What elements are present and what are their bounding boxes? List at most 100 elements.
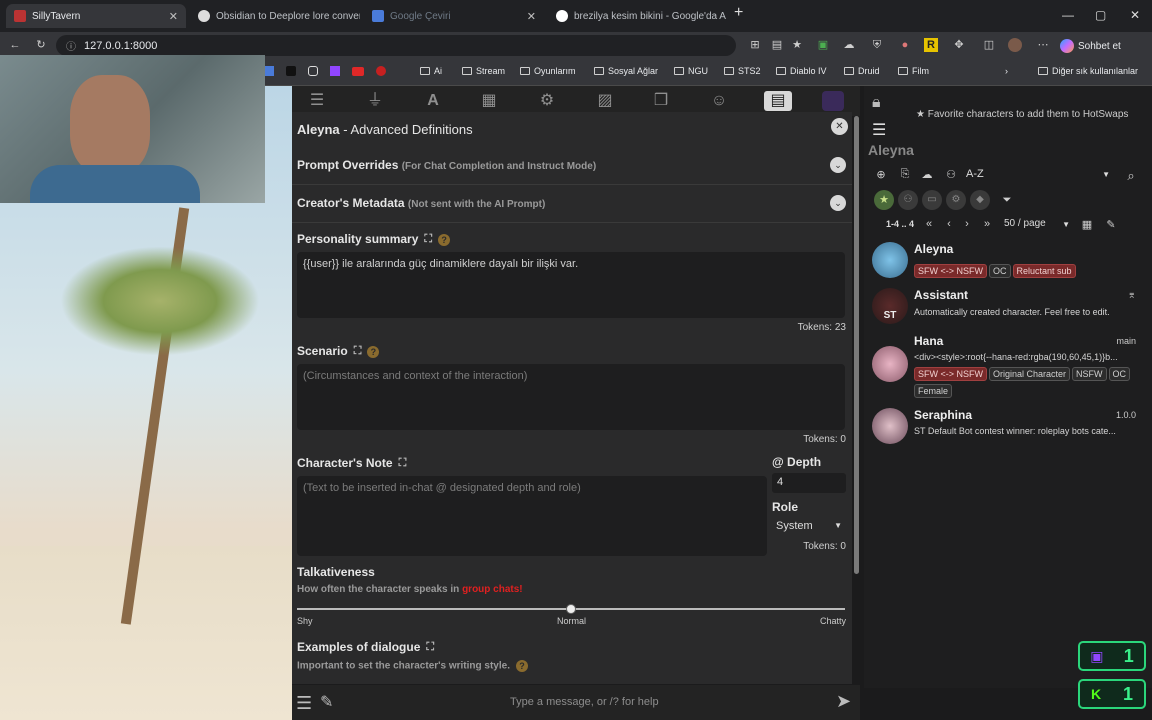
copilot-chat-button[interactable]: Sohbet et: [1060, 37, 1121, 55]
cloud-download-icon[interactable]: ☁: [920, 168, 934, 181]
sliders-icon[interactable]: ☰: [306, 91, 328, 111]
character-note-textarea[interactable]: (Text to be inserted in-chat @ designate…: [297, 476, 767, 556]
expand-icon[interactable]: ⛶: [426, 641, 434, 654]
bookmark-folder-oyunlarim[interactable]: Oyunlarım: [520, 66, 576, 76]
help-icon[interactable]: ?: [438, 233, 451, 246]
tag[interactable]: SFW <-> NSFW: [914, 367, 987, 381]
bookmark-folder-sosyal[interactable]: Sosyal Ağlar: [594, 66, 658, 76]
magic-wand-icon[interactable]: ✎: [320, 692, 333, 712]
scrollbar[interactable]: [854, 116, 859, 574]
apps-icon[interactable]: ⊞: [748, 38, 762, 52]
book-atlas-icon[interactable]: ▦: [478, 91, 500, 111]
tab-obsidian[interactable]: Obsidian to Deeplore lore convers ✕: [190, 4, 360, 28]
import-file-icon[interactable]: ⎘: [898, 168, 912, 181]
bookmark-folder-diablo[interactable]: Diablo IV: [776, 66, 827, 76]
character-item-aleyna[interactable]: Aleyna SFW <-> NSFW OC Reluctant sub: [872, 240, 1144, 284]
sidebar-icon[interactable]: ◫: [982, 38, 996, 52]
bookmark-folder-druid[interactable]: Druid: [844, 66, 880, 76]
minimize-icon[interactable]: —: [1062, 8, 1074, 22]
bookmark-folder-stream[interactable]: Stream: [462, 66, 505, 76]
close-icon[interactable]: ✕: [527, 10, 536, 23]
url-field[interactable]: ⓘ 127.0.0.1:8000: [56, 35, 736, 56]
tag[interactable]: Original Character: [989, 367, 1071, 381]
bookmark-folder-ai[interactable]: Ai: [420, 66, 442, 76]
favorites-filter-icon[interactable]: ★: [874, 190, 894, 210]
role-select[interactable]: System ▼: [772, 518, 846, 536]
extension-icon[interactable]: ●: [898, 38, 912, 52]
next-page-icon[interactable]: ›: [960, 218, 974, 230]
character-item-assistant[interactable]: ST Assistant ⌆ Automatically created cha…: [872, 286, 1144, 330]
cubes-icon[interactable]: ❒: [650, 91, 672, 111]
more-icon[interactable]: ⋯: [1036, 38, 1050, 52]
group-chats-link[interactable]: group chats!: [462, 584, 523, 595]
tag[interactable]: NSFW: [1072, 367, 1107, 381]
groups-filter-icon[interactable]: ⚇: [898, 190, 918, 210]
create-group-icon[interactable]: ⚇: [944, 168, 958, 181]
character-item-seraphina[interactable]: Seraphina 1.0.0 ST Default Bot contest w…: [872, 406, 1144, 450]
grid-view-icon[interactable]: ▦: [1080, 218, 1094, 231]
pin-icon[interactable]: ⌆: [1128, 290, 1136, 301]
gear-filter-icon[interactable]: ⚙: [946, 190, 966, 210]
bookmark-folder-film[interactable]: Film: [898, 66, 929, 76]
bulk-edit-icon[interactable]: ✎: [1104, 218, 1118, 231]
chevron-right-icon[interactable]: ›: [1005, 66, 1008, 76]
send-icon[interactable]: ➤: [836, 691, 851, 712]
tab-sillytavern[interactable]: SillyTavern ✕: [6, 4, 186, 28]
tab-google-translate[interactable]: Google Çeviri ✕: [364, 4, 544, 28]
close-icon[interactable]: ✕: [169, 10, 178, 23]
font-icon[interactable]: A: [422, 91, 444, 111]
creator-metadata-header[interactable]: Creator's Metadata (Not sent with the AI…: [297, 196, 545, 210]
new-tab-icon[interactable]: +: [734, 4, 743, 22]
message-input[interactable]: Type a message, or /? for help: [510, 696, 659, 708]
per-page-select[interactable]: 50 / page ▼: [1000, 217, 1072, 233]
tag[interactable]: Reluctant sub: [1012, 264, 1076, 278]
close-panel-button[interactable]: ✕: [831, 118, 848, 135]
personality-textarea[interactable]: {{user}} ile aralarında güç dinamiklere …: [297, 252, 845, 318]
prev-page-icon[interactable]: ‹: [942, 218, 956, 230]
last-page-icon[interactable]: »: [980, 218, 994, 230]
maximize-icon[interactable]: ▢: [1095, 8, 1106, 22]
character-item-hana[interactable]: Hana main <div><style>:root{--hana-red:r…: [872, 332, 1144, 400]
prompt-overrides-header[interactable]: Prompt Overrides (For Chat Completion an…: [297, 158, 596, 172]
star-icon[interactable]: ★: [790, 38, 804, 52]
site-info-icon[interactable]: ⓘ: [66, 38, 76, 53]
lock-icon[interactable]: 🔒︎: [872, 94, 881, 112]
slider-thumb[interactable]: [566, 604, 576, 614]
bookmark-folder-other[interactable]: Diğer sık kullanılanlar: [1038, 66, 1138, 76]
back-icon[interactable]: ←: [8, 38, 22, 52]
help-icon[interactable]: ?: [515, 660, 528, 672]
expand-icon[interactable]: ⛶: [354, 345, 362, 358]
add-character-icon[interactable]: ⊕: [874, 168, 888, 181]
user-gear-icon[interactable]: ⚙: [536, 91, 558, 111]
puzzle-icon[interactable]: ✥: [952, 38, 966, 52]
clear-filter-icon[interactable]: ⏷: [1000, 194, 1014, 207]
face-smile-icon[interactable]: ☺: [708, 91, 730, 111]
tag[interactable]: SFW <-> NSFW: [914, 264, 987, 278]
options-menu-icon[interactable]: ☰: [296, 693, 312, 714]
scenario-textarea[interactable]: (Circumstances and context of the intera…: [297, 364, 845, 430]
tab-google-search[interactable]: brezilya kesim bikini - Google'da A ✕: [548, 4, 728, 28]
bookmark-folder-ngu[interactable]: NGU: [674, 66, 708, 76]
help-icon[interactable]: ?: [367, 345, 380, 358]
reload-icon[interactable]: ↻: [34, 38, 48, 52]
search-icon[interactable]: ⌕: [1124, 168, 1138, 184]
extension-r-icon[interactable]: R: [924, 38, 938, 52]
address-card-icon[interactable]: ▤: [764, 91, 792, 111]
folder-filter-icon[interactable]: ▭: [922, 190, 942, 210]
expand-icon[interactable]: ⛶: [424, 233, 432, 246]
tag[interactable]: Female: [914, 384, 953, 398]
extension-icon[interactable]: ▣: [816, 38, 830, 52]
image-icon[interactable]: ▨: [594, 91, 616, 111]
cloud-icon[interactable]: ☁: [842, 38, 856, 52]
depth-input[interactable]: 4: [772, 473, 846, 493]
tag[interactable]: OC: [989, 264, 1011, 278]
sort-select[interactable]: A-Z ▼: [962, 166, 1114, 184]
reader-icon[interactable]: ▤: [770, 38, 784, 52]
list-icon[interactable]: ☰: [872, 120, 886, 140]
bookmark-icons[interactable]: [264, 66, 386, 76]
chevron-down-icon[interactable]: ⌄: [830, 195, 846, 211]
shield-icon[interactable]: ⛨: [870, 38, 884, 52]
extension-icon[interactable]: [822, 91, 844, 111]
first-page-icon[interactable]: «: [922, 218, 936, 230]
expand-icon[interactable]: ⛶: [399, 457, 407, 470]
